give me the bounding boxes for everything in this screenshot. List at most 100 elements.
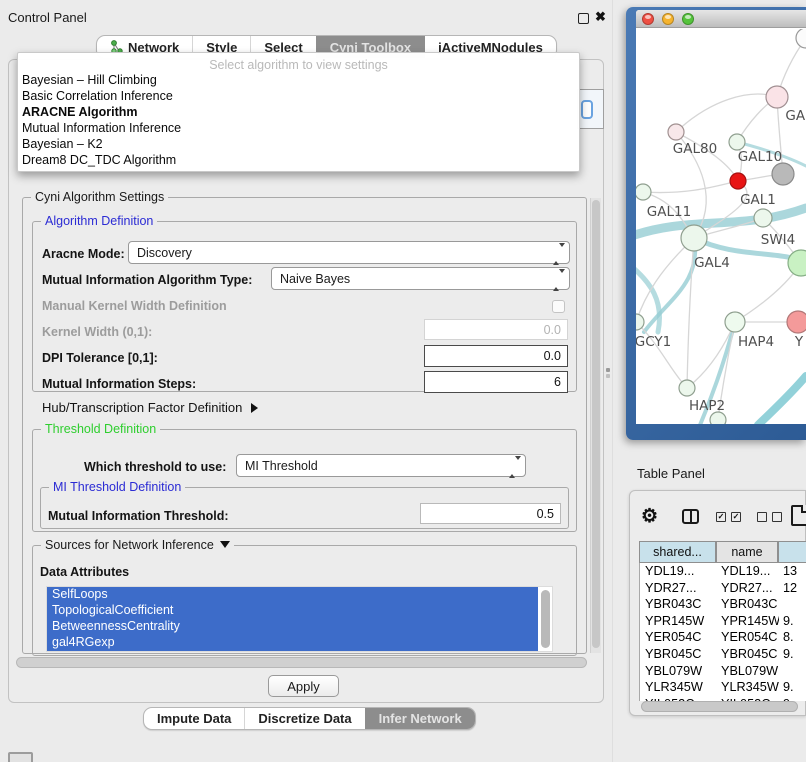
stepper-icon[interactable]	[553, 273, 564, 287]
table-row[interactable]: YER054CYER054C8.	[640, 629, 806, 646]
algorithm-option-aracne-algorithm[interactable]: ARACNE Algorithm	[18, 105, 579, 121]
network-node-gal80[interactable]	[668, 124, 684, 140]
network-node-green-right[interactable]	[788, 250, 806, 276]
attribute-item-selfloops[interactable]: SelfLoops	[47, 587, 538, 603]
table-row[interactable]: YDR27...YDR27...12	[640, 580, 806, 597]
network-node-bottom-partial[interactable]	[710, 412, 726, 424]
network-node-gcy1[interactable]	[636, 314, 644, 330]
table-cell: YER054C	[717, 629, 779, 646]
tab-impute-data[interactable]: Impute Data	[144, 708, 244, 729]
settings-horizontal-scrollbar[interactable]	[16, 657, 587, 668]
network-node-gal1[interactable]	[730, 173, 746, 189]
manual-kernel-width-checkbox[interactable]	[552, 300, 565, 313]
network-node-label: HAP4	[738, 334, 774, 350]
algorithm-option-bayesian-hill-climbing[interactable]: Bayesian – Hill Climbing	[18, 73, 579, 89]
select-all-checkboxes-icon[interactable]: ✓	[716, 512, 726, 522]
network-node-gal4[interactable]	[681, 225, 707, 251]
algorithm-option-basic-correlation-inference[interactable]: Basic Correlation Inference	[18, 89, 579, 105]
data-attributes-list[interactable]: SelfLoopsTopologicalCoefficientBetweenne…	[46, 586, 553, 652]
tab-infer-network[interactable]: Infer Network	[365, 708, 475, 729]
algorithm-combobox-partial[interactable]	[577, 89, 604, 129]
algorithm-option-dream8-dc-tdc-algorithm[interactable]: Dream8 DC_TDC Algorithm	[18, 153, 579, 169]
network-node-gal10[interactable]	[729, 134, 745, 150]
algorithm-option-mutual-information-inference[interactable]: Mutual Information Inference	[18, 121, 579, 137]
table-row[interactable]: YLR345WYLR345W9.	[640, 679, 806, 696]
dpi-tolerance-input[interactable]	[424, 345, 568, 367]
sources-legend[interactable]: Sources for Network Inference	[41, 538, 234, 552]
apply-button[interactable]: Apply	[268, 675, 339, 697]
network-edge[interactable]	[643, 181, 738, 193]
algorithm-popup-placeholder: Select algorithm to view settings	[18, 53, 579, 73]
table-row[interactable]: YDL19...YDL19...13	[640, 563, 806, 580]
network-window-titlebar[interactable]	[636, 10, 806, 28]
column-header-name[interactable]: name	[716, 541, 778, 563]
kernel-width-input[interactable]	[424, 319, 568, 340]
divider-grip-icon[interactable]	[606, 368, 611, 379]
column-header-shared[interactable]: shared...	[639, 541, 716, 563]
network-node-hap4[interactable]	[725, 312, 745, 332]
floating-panel-icon[interactable]	[8, 752, 33, 762]
close-traffic-light-icon[interactable]	[642, 13, 654, 25]
network-node-hap2[interactable]	[679, 380, 695, 396]
table-cell	[779, 663, 806, 680]
attributes-scrollbar[interactable]	[541, 590, 550, 648]
table-cell: YLR345W	[640, 679, 717, 696]
scrollbar-thumb[interactable]	[641, 701, 798, 712]
float-panel-icon[interactable]	[578, 13, 589, 24]
network-node-salmon-right[interactable]	[787, 311, 806, 333]
table-horizontal-scrollbar[interactable]	[641, 701, 803, 712]
network-node-gal11[interactable]	[636, 184, 651, 200]
combobox-stepper-icon[interactable]	[581, 100, 593, 119]
deselect-all-checkboxes-icon[interactable]	[757, 512, 767, 522]
network-node-label: GAL80	[673, 141, 717, 157]
column-header-partial[interactable]	[778, 541, 806, 563]
minimize-traffic-light-icon[interactable]	[662, 13, 674, 25]
document-icon[interactable]	[791, 505, 806, 526]
network-node-gal-right[interactable]	[766, 86, 788, 108]
table-cell	[779, 596, 806, 613]
collapsed-arrow-icon[interactable]	[251, 403, 258, 413]
gear-icon[interactable]: ⚙	[641, 505, 658, 528]
table-cell: YDL19...	[640, 563, 717, 580]
mi-threshold-input[interactable]	[420, 503, 561, 524]
network-canvas[interactable]: GALGAL80GAL10GAL1GAL11SWI4GAL4GCY1HAP4YH…	[636, 29, 806, 424]
aracne-mode-select[interactable]: Discovery	[128, 241, 570, 264]
select-all-checkboxes-icon[interactable]: ✓	[731, 512, 741, 522]
algorithm-option-bayesian-k2[interactable]: Bayesian – K2	[18, 137, 579, 153]
table-cell: YLR345W	[717, 679, 779, 696]
network-node-swi4[interactable]	[754, 209, 772, 227]
split-columns-icon[interactable]	[682, 509, 699, 524]
table-row[interactable]: YBR045CYBR045C9.	[640, 646, 806, 663]
stepper-icon[interactable]	[509, 460, 520, 474]
network-edge[interactable]	[758, 376, 806, 424]
scrollbar-thumb[interactable]	[592, 200, 600, 648]
tab-discretize-data[interactable]: Discretize Data	[244, 708, 364, 729]
attribute-item-betweennesscentrality[interactable]: BetweennessCentrality	[47, 619, 538, 635]
network-edge[interactable]	[687, 238, 694, 388]
deselect-all-checkboxes-icon[interactable]	[772, 512, 782, 522]
mi-algorithm-type-select[interactable]: Naive Bayes	[271, 267, 570, 290]
network-node-gray-node[interactable]	[772, 163, 794, 185]
zoom-traffic-light-icon[interactable]	[682, 13, 694, 25]
mi-steps-input[interactable]	[424, 371, 568, 393]
network-window: GALGAL80GAL10GAL1GAL11SWI4GAL4GCY1HAP4YH…	[636, 10, 806, 424]
table-cell: YER054C	[640, 629, 717, 646]
hub-definition-toggle[interactable]: Hub/Transcription Factor Definition	[42, 400, 258, 415]
table-row[interactable]: YBR043CYBR043C	[640, 596, 806, 613]
settings-vertical-scrollbar[interactable]	[590, 198, 601, 653]
close-panel-icon[interactable]: ✖	[595, 9, 606, 25]
network-window-frame[interactable]: GALGAL80GAL10GAL1GAL11SWI4GAL4GCY1HAP4YH…	[626, 7, 806, 440]
table-row[interactable]: YPR145WYPR145W9.	[640, 613, 806, 630]
table-row[interactable]: YBL079WYBL079W	[640, 663, 806, 680]
network-edge[interactable]	[676, 94, 777, 132]
stepper-icon[interactable]	[553, 247, 564, 261]
attribute-item-topologicalcoefficient[interactable]: TopologicalCoefficient	[47, 603, 538, 619]
tab-label: Discretize Data	[258, 711, 351, 726]
control-panel-title: Control Panel	[8, 10, 87, 25]
attribute-item-gal4rgexp[interactable]: gal4RGexp	[47, 635, 538, 651]
table-body[interactable]: YDL19...YDL19...13YDR27...YDR27...12YBR0…	[639, 563, 806, 701]
expanded-arrow-icon[interactable]	[220, 541, 230, 548]
which-threshold-select[interactable]: MI Threshold	[236, 454, 526, 477]
network-node-top-partial[interactable]	[796, 29, 806, 48]
scrollbar-thumb[interactable]	[16, 657, 587, 668]
